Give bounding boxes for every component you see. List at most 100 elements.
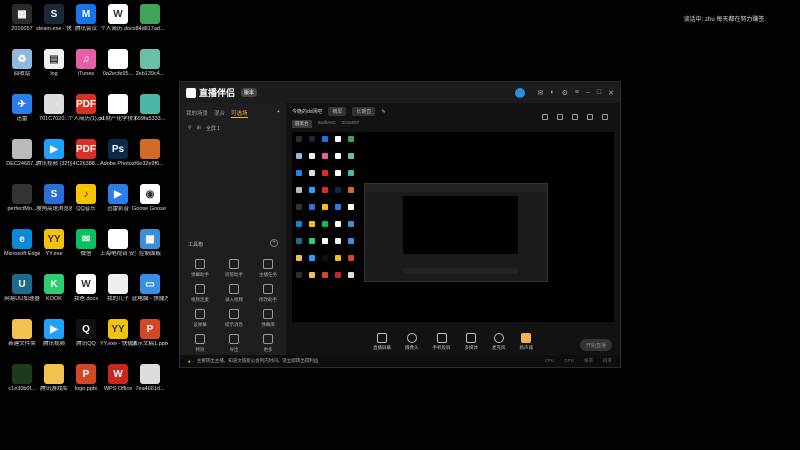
- desktop-icon[interactable]: Q 腾讯QQ: [68, 319, 104, 363]
- desktop-icon[interactable]: S 搜狗高速浏览器: [36, 184, 72, 228]
- share-icon[interactable]: [602, 114, 608, 120]
- desktop-icon[interactable]: 699fa5333...: [132, 94, 168, 138]
- notification-text: 谈话中: zhu 每天都在努力赚签.: [683, 17, 766, 23]
- message-icon[interactable]: ✉: [538, 89, 544, 97]
- add-scene-button[interactable]: +: [277, 109, 280, 118]
- tool-item[interactable]: 录入视频: [218, 284, 250, 303]
- desktop-icon[interactable]: ▦ 控制面板: [132, 229, 168, 273]
- bell-icon[interactable]: [587, 114, 593, 120]
- desktop-icon[interactable]: 新建文件夹: [4, 319, 40, 363]
- desktop-icon[interactable]: PDF 4C26388...: [68, 139, 104, 183]
- live-preview[interactable]: [292, 132, 614, 322]
- grid-icon[interactable]: [572, 114, 578, 120]
- desktop-icon[interactable]: e Microsoft Edge: [4, 229, 40, 273]
- tool-item[interactable]: 房管助手: [218, 259, 250, 278]
- tool-item[interactable]: 弹幕助手: [184, 259, 216, 278]
- desktop-icon[interactable]: 7ea4661d...: [132, 364, 168, 408]
- tool-icon: [263, 334, 273, 344]
- desktop-icon[interactable]: ♫ iTunes: [68, 49, 104, 93]
- skin-icon[interactable]: ◐: [550, 89, 554, 96]
- minimize-icon[interactable]: –: [586, 89, 590, 96]
- desktop-icon[interactable]: P 演示文稿1.pptx: [132, 319, 168, 363]
- desktop-icon[interactable]: W 我爸.docx: [68, 274, 104, 318]
- settings-icon[interactable]: ⚙: [562, 89, 568, 97]
- desktop-icon[interactable]: ♻ 回收站: [4, 49, 40, 93]
- tab-my-scenes[interactable]: 我的场景: [186, 109, 208, 118]
- desktop-icon[interactable]: W WPS Office: [100, 364, 136, 408]
- tool-item[interactable]: 弹幕库: [252, 309, 284, 328]
- desktop-icon[interactable]: Ssteam.exe - 快捷方式: [36, 4, 72, 48]
- desktop-icon[interactable]: ◉ Goose Goose Duck: [132, 184, 168, 228]
- desktop-icon[interactable]: YY YY.exe: [36, 229, 72, 273]
- desktop-icon[interactable]: perfectMo...: [4, 184, 40, 228]
- desktop-icon[interactable]: 701C7020...: [36, 94, 72, 138]
- tool-item[interactable]: 提示消息: [218, 309, 250, 328]
- preview-desktop-icon: [348, 153, 354, 159]
- orientation-chip[interactable]: 横屏: [328, 107, 347, 116]
- avatar[interactable]: [514, 87, 525, 98]
- desktop-icon[interactable]: ▭ 此电脑 - 快捷方式: [132, 274, 168, 318]
- desktop-icon[interactable]: ♪ QQ音乐: [68, 184, 104, 228]
- scene-item[interactable]: ⚲ ⊞ 全屏 1: [180, 122, 286, 135]
- desktop-icon[interactable]: PDF 个人简历(1).pdf: [68, 94, 104, 138]
- microphone-button[interactable]: 麦克风: [492, 333, 506, 357]
- close-icon[interactable]: ✕: [608, 89, 614, 97]
- gift-icon[interactable]: [542, 114, 548, 120]
- desktop-icon[interactable]: ▤ log: [36, 49, 72, 93]
- tool-item[interactable]: 主播任务: [252, 259, 284, 278]
- desktop-icon[interactable]: ▶ 腾讯视频: [36, 319, 72, 363]
- camera-button[interactable]: 摄像头: [405, 333, 419, 357]
- speaker-button[interactable]: 扬声器: [520, 333, 533, 357]
- tool-item[interactable]: 修改助手: [252, 284, 284, 303]
- tool-item[interactable]: 特效: [184, 334, 216, 353]
- source-item[interactable]: 圆黑合: [292, 120, 312, 128]
- desktop-icon[interactable]: ✉ 微信: [68, 229, 104, 273]
- desktop-icon[interactable]: DEC24687...: [4, 139, 40, 183]
- multimedia-button[interactable]: 多媒体: [465, 333, 478, 357]
- desktop-icon[interactable]: U 网易UU加速器: [4, 274, 40, 318]
- screen-capture-button[interactable]: 直播屏幕: [373, 333, 391, 357]
- desktop-icon[interactable]: 我的儿子: [100, 274, 136, 318]
- tool-item[interactable]: 导出: [218, 334, 250, 353]
- preview-desktop-icon: [296, 238, 302, 244]
- lock-icon[interactable]: ⊞: [197, 125, 201, 132]
- tool-item[interactable]: 视频连麦: [184, 284, 216, 303]
- desktop-icon[interactable]: M 腾讯会议: [68, 4, 104, 48]
- maximize-icon[interactable]: □: [597, 89, 601, 96]
- desktop-icon[interactable]: 0a2ecfe95...: [100, 49, 136, 93]
- desktop-icon[interactable]: 江财产化学技术分析(3)...: [100, 94, 136, 138]
- source-item[interactable]: 2016057: [342, 120, 360, 128]
- desktop-icon[interactable]: Ps Adobe Photoshop: [100, 139, 136, 183]
- version-badge[interactable]: 版本: [241, 88, 258, 97]
- lock-icon[interactable]: [557, 114, 563, 120]
- visibility-icon[interactable]: ⚲: [188, 125, 192, 132]
- desktop-icon[interactable]: 腾讯游戏库: [36, 364, 72, 408]
- start-live-button[interactable]: 开始直播: [580, 339, 612, 351]
- tool-item[interactable]: 更多: [252, 334, 284, 353]
- desktop-icon[interactable]: ✈ 迅雷: [4, 94, 40, 138]
- desktop-icon[interactable]: c1e30b0f...: [4, 364, 40, 408]
- desktop-icon[interactable]: 84d817ad...: [132, 4, 168, 48]
- desktop-icon[interactable]: 6e32e9f6...: [132, 139, 168, 183]
- menu-icon[interactable]: ≡: [575, 89, 579, 96]
- source-item[interactable]: SwiftAsC: [318, 120, 336, 128]
- desktop-icon[interactable]: ▶ 腾讯视频 (32位) - 快捷...: [36, 139, 72, 183]
- desktop-icon[interactable]: 上海电视台 安全管理...: [100, 229, 136, 273]
- play-icon: [466, 333, 477, 343]
- tab-optional[interactable]: 可选场: [231, 109, 248, 118]
- scene-label-chip[interactable]: 长期直: [352, 107, 376, 116]
- tool-item[interactable]: 设弹幕: [184, 309, 216, 328]
- desktop-icon[interactable]: Plogo.pptx: [68, 364, 104, 408]
- toolbox-add-button[interactable]: +: [270, 239, 278, 247]
- preview-desktop-icon: [322, 170, 328, 176]
- desktop-icon[interactable]: ▦ 2016057: [4, 4, 40, 48]
- desktop-icon[interactable]: 2eb139c4...: [132, 49, 168, 93]
- edit-icon[interactable]: ✎: [381, 109, 385, 115]
- desktop-icon[interactable]: ▶ 迅雷影音: [100, 184, 136, 228]
- desktop-icon-image: ✉: [76, 229, 96, 249]
- desktop-icon[interactable]: YY YY.exe - 快捷方式: [100, 319, 136, 363]
- tab-mix[interactable]: 混合: [214, 109, 225, 118]
- desktop-icon[interactable]: W 个人简历.docx: [100, 4, 136, 48]
- desktop-icon[interactable]: K KOOK: [36, 274, 72, 318]
- phone-cast-button[interactable]: 手机投屏: [433, 333, 451, 357]
